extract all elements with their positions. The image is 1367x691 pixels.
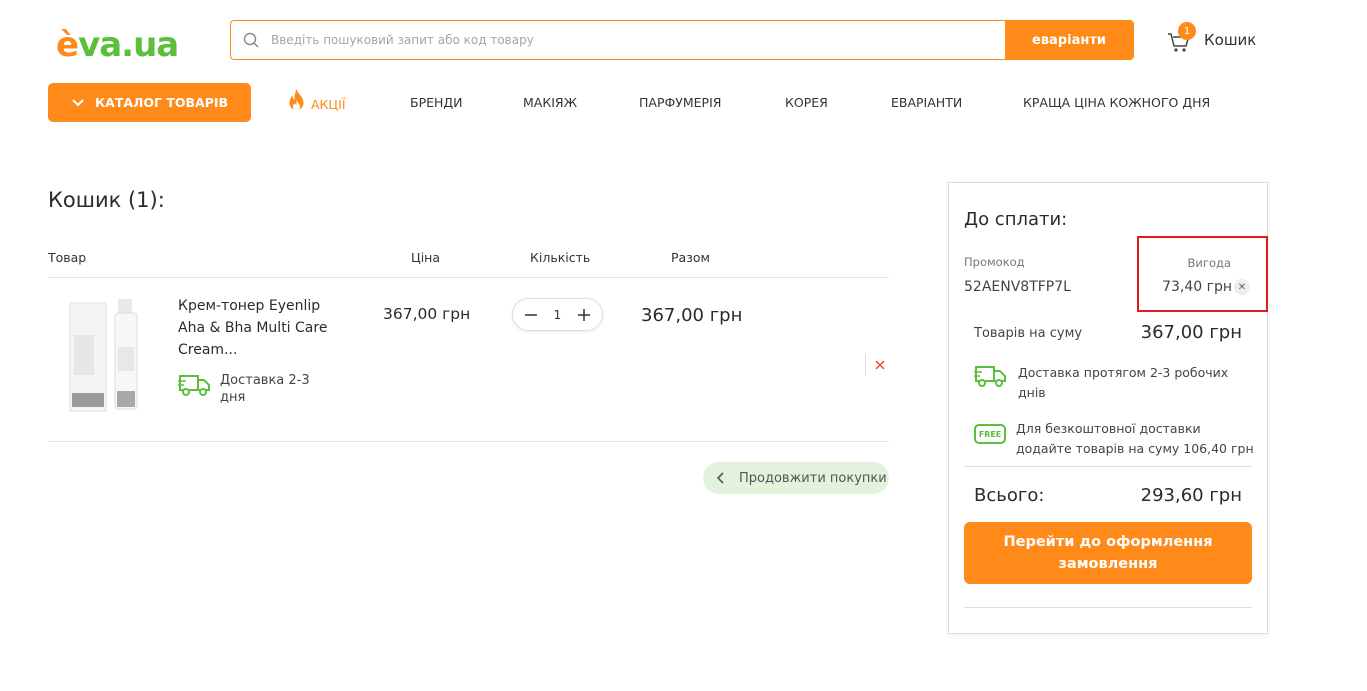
nav-item-perfume[interactable]: ПАРФУМЕРІЯ bbox=[639, 95, 721, 110]
table-divider bbox=[48, 441, 889, 442]
free-delivery-text: Для безкоштовної доставки додайте товарі… bbox=[1016, 421, 1254, 456]
remove-item-button[interactable] bbox=[865, 354, 885, 376]
total-label: Всього: bbox=[974, 485, 1045, 506]
close-icon bbox=[875, 360, 885, 370]
continue-shopping-button[interactable]: Продовжити покупки bbox=[703, 462, 889, 494]
delivery-truck-icon bbox=[178, 375, 210, 396]
delivery-text: Доставка 2-3 дня bbox=[220, 373, 310, 405]
column-product: Товар bbox=[48, 250, 87, 265]
goods-sum-value: 367,00 грн bbox=[1140, 322, 1242, 343]
goods-sum-label: Товарів на суму bbox=[974, 326, 1083, 341]
product-image[interactable] bbox=[60, 295, 160, 413]
summary-delivery-text: Доставка протягом 2-3 робочих днів bbox=[1018, 365, 1229, 400]
product-delivery: Доставка 2-3 дня bbox=[178, 372, 320, 406]
logo-letter: è bbox=[56, 25, 79, 65]
nav-item-label: АКЦІЇ bbox=[311, 96, 346, 112]
delivery-truck-icon bbox=[974, 366, 1006, 387]
continue-label: Продовжити покупки bbox=[739, 470, 887, 486]
logo-rest: va.ua bbox=[78, 25, 179, 65]
cart-count-badge: 1 bbox=[1178, 22, 1196, 40]
benefit-highlight: Вигода 73,40 грн ✕ bbox=[1137, 236, 1268, 312]
benefit-label: Вигода bbox=[1187, 256, 1231, 270]
search-bar: еваріанти bbox=[230, 20, 1134, 60]
catalog-button[interactable]: КАТАЛОГ ТОВАРІВ bbox=[48, 83, 251, 122]
fire-icon bbox=[289, 89, 304, 111]
product-price: 367,00 грн bbox=[383, 305, 471, 323]
row-total: 367,00 грн bbox=[641, 305, 743, 326]
nav-item-brands[interactable]: БРЕНДИ bbox=[410, 95, 463, 110]
column-qty: Кількість bbox=[530, 250, 591, 265]
checkout-button[interactable]: Перейти до оформлення замовлення bbox=[964, 522, 1252, 584]
cart-icon: 1 bbox=[1166, 22, 1196, 54]
qty-increase-button[interactable] bbox=[575, 306, 593, 324]
promo-code: 52AENV8TFP7L bbox=[964, 279, 1071, 295]
minus-icon bbox=[525, 313, 537, 316]
free-delivery-info: FREE Для безкоштовної доставки додайте т… bbox=[974, 419, 1256, 459]
catalog-label: КАТАЛОГ ТОВАРІВ bbox=[94, 95, 229, 110]
summary-delivery: Доставка протягом 2-3 робочих днів bbox=[974, 363, 1248, 403]
column-total: Разом bbox=[671, 250, 710, 265]
chevron-left-icon bbox=[717, 472, 724, 484]
product-name[interactable]: Крем-тонер Eyenlip Aha & Bha Multi Care … bbox=[178, 295, 328, 361]
qty-decrease-button[interactable] bbox=[522, 306, 540, 324]
nav-item-korea[interactable]: КОРЕЯ bbox=[785, 95, 828, 110]
nav-item-best-price[interactable]: КРАЩА ЦІНА КОЖНОГО ДНЯ bbox=[1023, 95, 1210, 110]
search-button[interactable]: еваріанти bbox=[1005, 21, 1133, 59]
nav-item-promo[interactable]: АКЦІЇ bbox=[288, 88, 346, 112]
logo-text: èva.ua bbox=[56, 25, 179, 65]
benefit-value: 73,40 грн bbox=[1162, 279, 1232, 295]
quantity-stepper: 1 bbox=[512, 298, 603, 331]
nav-item-evarianty[interactable]: EВАРІАНТИ bbox=[891, 95, 962, 110]
column-price: Ціна bbox=[411, 250, 441, 265]
qty-value[interactable]: 1 bbox=[554, 308, 562, 322]
free-badge-icon: FREE bbox=[974, 424, 1006, 444]
plus-icon bbox=[577, 308, 590, 321]
summary-divider bbox=[964, 466, 1252, 467]
page-title: Кошик (1): bbox=[48, 188, 165, 212]
nav-item-makeup[interactable]: МАКІЯЖ bbox=[523, 95, 577, 110]
summary-divider bbox=[964, 607, 1252, 608]
total-value: 293,60 грн bbox=[1140, 485, 1242, 506]
search-icon bbox=[231, 21, 271, 59]
chevron-down-icon bbox=[72, 98, 84, 107]
cart-label: Кошик bbox=[1204, 31, 1257, 49]
remove-promo-button[interactable]: ✕ bbox=[1234, 279, 1250, 295]
order-summary: До сплати: Промокод 52AENV8TFP7L Вигода … bbox=[948, 182, 1268, 634]
table-divider bbox=[48, 277, 889, 278]
main-nav: КАТАЛОГ ТОВАРІВ bbox=[48, 83, 251, 122]
summary-title: До сплати: bbox=[964, 209, 1068, 230]
promo-label: Промокод bbox=[964, 255, 1025, 269]
search-input[interactable] bbox=[271, 21, 1005, 59]
header-cart[interactable]: 1 Кошик bbox=[1166, 22, 1257, 54]
logo[interactable]: èva.ua bbox=[56, 18, 179, 65]
